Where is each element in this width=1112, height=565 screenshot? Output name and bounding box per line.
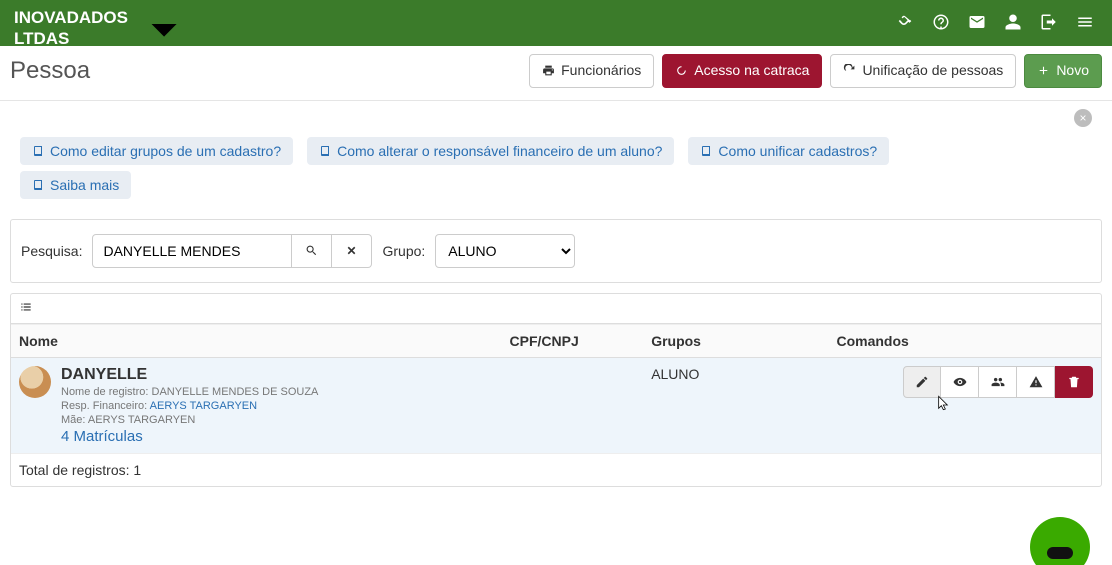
menu-icon[interactable] [1076, 13, 1094, 31]
book-icon [319, 145, 331, 157]
th-grupos: Grupos [643, 324, 828, 357]
resp-link[interactable]: AERYS TARGARYEN [150, 400, 257, 412]
table-toolbar [11, 294, 1101, 324]
list-icon [19, 300, 33, 314]
resp-label: Resp. Financeiro: [61, 400, 147, 412]
org-block: UNIVERSIDADE PROESC: INOVADADOS LTDAS [14, 0, 194, 59]
help-tag-unify[interactable]: Como unificar cadastros? [688, 137, 889, 165]
logout-icon[interactable] [1040, 13, 1058, 31]
search-button[interactable] [292, 234, 332, 268]
page-actions: Funcionários Acesso na catraca Unificaçã… [529, 54, 1102, 88]
users-icon [991, 375, 1005, 389]
book-icon [700, 145, 712, 157]
print-icon [542, 64, 555, 77]
edit-icon [915, 375, 929, 389]
pesquisa-label: Pesquisa: [21, 243, 82, 259]
cell-comandos [828, 357, 1101, 453]
list-view-button[interactable] [19, 301, 33, 317]
help-label: Como unificar cadastros? [718, 143, 877, 159]
mae-value: AERYS TARGARYEN [88, 414, 195, 426]
th-cpf: CPF/CNPJ [502, 324, 644, 357]
acesso-catraca-label: Acesso na catraca [694, 61, 809, 81]
clear-search-button[interactable] [332, 234, 372, 268]
chevron-down-icon [134, 0, 194, 59]
dismiss-row: × [0, 101, 1112, 127]
cell-grupos: ALUNO [643, 357, 828, 453]
matriculas-link[interactable]: 4 Matrículas [61, 428, 318, 445]
close-icon [345, 244, 358, 257]
table-footer: Total de registros: 1 [11, 454, 1101, 486]
user-icon[interactable] [1004, 13, 1022, 31]
results-table: Nome CPF/CNPJ Grupos Comandos DANYELLE N… [11, 324, 1101, 454]
funcionarios-button[interactable]: Funcionários [529, 54, 654, 88]
warning-button[interactable] [1017, 366, 1055, 398]
unificacao-label: Unificação de pessoas [862, 61, 1003, 81]
org-switcher[interactable]: INOVADADOS LTDAS [14, 0, 194, 59]
view-button[interactable] [941, 366, 979, 398]
chat-widget[interactable] [1030, 517, 1090, 565]
footer-count: 1 [133, 462, 141, 478]
reg-value: DANYELLE MENDES DE SOUZA [152, 386, 319, 398]
table-header-row: Nome CPF/CNPJ Grupos Comandos [11, 324, 1101, 357]
th-nome: Nome [11, 324, 502, 357]
footer-label: Total de registros: [19, 462, 130, 478]
org-name: INOVADADOS LTDAS [14, 8, 128, 49]
warning-icon [1029, 375, 1043, 389]
search-panel: Pesquisa: Grupo: ALUNO [10, 219, 1102, 283]
help-label: Como editar grupos de um cadastro? [50, 143, 281, 159]
help-row-2: Saiba mais [0, 171, 1112, 205]
avatar [19, 366, 51, 398]
unificacao-button[interactable]: Unificação de pessoas [830, 54, 1016, 88]
cell-nome: DANYELLE Nome de registro: DANYELLE MEND… [11, 357, 502, 453]
reg-label: Nome de registro: [61, 386, 148, 398]
help-label: Saiba mais [50, 177, 119, 193]
resp-line: Resp. Financeiro: AERYS TARGARYEN [61, 400, 318, 412]
novo-button[interactable]: Novo [1024, 54, 1102, 88]
dismiss-button[interactable]: × [1074, 109, 1092, 127]
funcionarios-label: Funcionários [561, 61, 641, 81]
search-icon [305, 244, 318, 257]
delete-button[interactable] [1055, 366, 1093, 398]
novo-label: Novo [1056, 61, 1089, 81]
reg-line: Nome de registro: DANYELLE MENDES DE SOU… [61, 386, 318, 398]
refresh-icon [843, 64, 856, 77]
trash-icon [1067, 375, 1081, 389]
book-icon [32, 179, 44, 191]
pesquisa-group [92, 234, 372, 268]
help-row: Como editar grupos de um cadastro? Como … [0, 127, 1112, 171]
search-input[interactable] [92, 234, 292, 268]
chat-icon [1047, 547, 1073, 559]
help-tag-alter-responsible[interactable]: Como alterar o responsável financeiro de… [307, 137, 674, 165]
help-label: Como alterar o responsável financeiro de… [337, 143, 662, 159]
eye-icon [953, 375, 967, 389]
table-row: DANYELLE Nome de registro: DANYELLE MEND… [11, 357, 1101, 453]
plus-icon [1037, 64, 1050, 77]
mae-line: Mãe: AERYS TARGARYEN [61, 414, 318, 426]
mail-icon[interactable] [968, 13, 986, 31]
person-name: DANYELLE [61, 366, 318, 384]
help-icon[interactable] [932, 13, 950, 31]
book-icon [32, 145, 44, 157]
cell-cpf [502, 357, 644, 453]
table-panel: Nome CPF/CNPJ Grupos Comandos DANYELLE N… [10, 293, 1102, 487]
help-tag-more[interactable]: Saiba mais [20, 171, 131, 199]
th-cmd: Comandos [828, 324, 1101, 357]
grupo-select[interactable]: ALUNO [435, 234, 575, 268]
spinner-icon [675, 64, 688, 77]
group-button[interactable] [979, 366, 1017, 398]
app-header: UNIVERSIDADE PROESC: INOVADADOS LTDAS [0, 0, 1112, 46]
mae-label: Mãe: [61, 414, 85, 426]
grupo-label: Grupo: [382, 243, 425, 259]
edit-button[interactable] [903, 366, 941, 398]
handshake-icon[interactable] [896, 13, 914, 31]
page-title: Pessoa [10, 57, 90, 85]
help-tag-edit-groups[interactable]: Como editar grupos de um cadastro? [20, 137, 293, 165]
acesso-catraca-button[interactable]: Acesso na catraca [662, 54, 822, 88]
header-icons [896, 13, 1098, 31]
